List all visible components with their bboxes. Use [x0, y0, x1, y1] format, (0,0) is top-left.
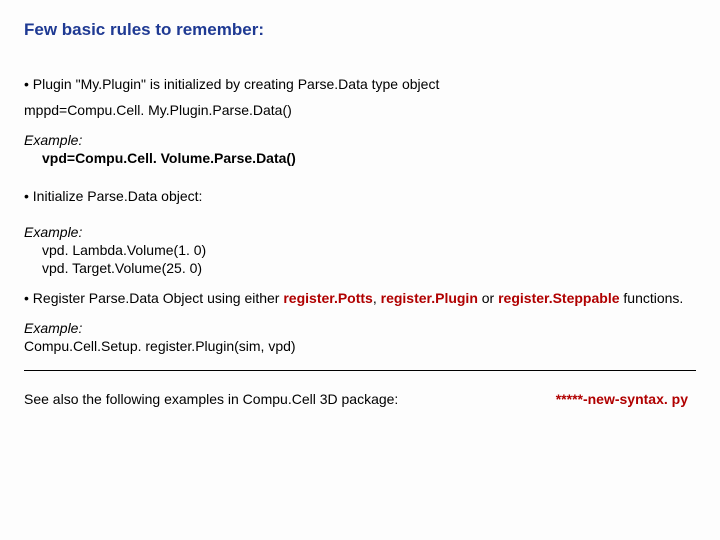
example2-line1: vpd. Lambda.Volume(1. 0)	[42, 242, 696, 258]
footer-left-text: See also the following examples in Compu…	[24, 391, 398, 407]
code-mppd: mppd=Compu.Cell. My.Plugin.Parse.Data()	[24, 102, 696, 118]
example-label-2: Example:	[24, 224, 696, 240]
divider	[24, 370, 696, 371]
bullet-init-object: • Initialize Parse.Data object:	[24, 188, 696, 204]
register-plugin-fn: register.Plugin	[381, 290, 478, 306]
example-body-1: vpd=Compu.Cell. Volume.Parse.Data()	[24, 150, 696, 166]
register-potts-fn: register.Potts	[283, 290, 372, 306]
footer-row: See also the following examples in Compu…	[24, 391, 696, 407]
register-sep1: ,	[373, 290, 381, 306]
example-body-3: Compu.Cell.Setup. register.Plugin(sim, v…	[24, 338, 696, 354]
register-sep2: or	[478, 290, 498, 306]
register-text-prefix: • Register Parse.Data Object using eithe…	[24, 290, 283, 306]
register-steppable-fn: register.Steppable	[498, 290, 619, 306]
example-body-2: vpd. Lambda.Volume(1. 0) vpd. Target.Vol…	[24, 242, 696, 276]
footer-right-text: *****-new-syntax. py	[556, 391, 696, 407]
register-text-suffix: functions.	[620, 290, 684, 306]
bullet-plugin-init: • Plugin "My.Plugin" is initialized by c…	[24, 76, 696, 92]
example-label-1: Example:	[24, 132, 696, 148]
example2-line2: vpd. Target.Volume(25. 0)	[42, 260, 696, 276]
bullet-register: • Register Parse.Data Object using eithe…	[24, 290, 696, 306]
page-title: Few basic rules to remember:	[24, 20, 696, 40]
example-label-3: Example:	[24, 320, 696, 336]
